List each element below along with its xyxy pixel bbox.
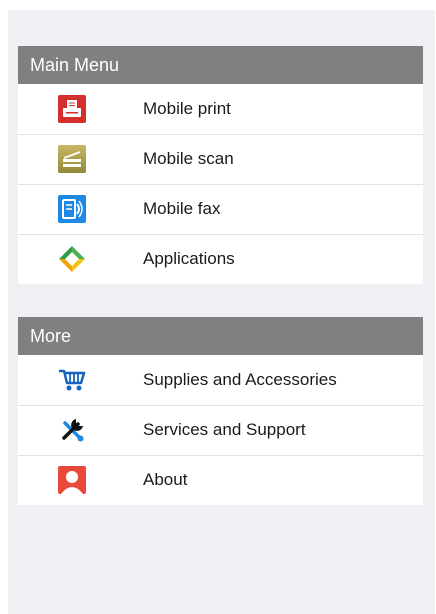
person-icon — [58, 466, 86, 494]
menu-item-label: Mobile scan — [143, 149, 234, 168]
cart-icon — [58, 366, 86, 394]
fax-icon — [58, 195, 86, 223]
menu-item-label: Mobile print — [143, 99, 231, 118]
menu-item-label: Applications — [143, 249, 235, 268]
menu-item-label: Mobile fax — [143, 199, 221, 218]
printer-icon — [58, 95, 86, 123]
menu-item-mobile-print[interactable]: Mobile print — [18, 84, 423, 134]
menu-item-services-support[interactable]: Services and Support — [18, 405, 423, 455]
more-list: Supplies and Accessories Services and Su… — [18, 355, 423, 505]
more-header: More — [18, 317, 423, 355]
menu-item-applications[interactable]: Applications — [18, 234, 423, 284]
menu-item-about[interactable]: About — [18, 455, 423, 505]
menu-item-label: Services and Support — [143, 420, 306, 439]
main-menu-list: Mobile print Mobile scan Mobile fax Appl… — [18, 84, 423, 284]
applications-icon — [58, 245, 86, 273]
app-screen: Main Menu Mobile print Mobile scan Mobil… — [8, 10, 435, 614]
menu-item-mobile-fax[interactable]: Mobile fax — [18, 184, 423, 234]
tools-icon — [58, 416, 86, 444]
menu-item-mobile-scan[interactable]: Mobile scan — [18, 134, 423, 184]
scanner-icon — [58, 145, 86, 173]
main-menu-section: Main Menu Mobile print Mobile scan Mobil… — [18, 46, 423, 284]
menu-item-label: About — [143, 470, 188, 489]
more-section: More Supplies and Accessories Services a… — [18, 317, 423, 505]
main-menu-header: Main Menu — [18, 46, 423, 84]
menu-item-supplies-accessories[interactable]: Supplies and Accessories — [18, 355, 423, 405]
menu-item-label: Supplies and Accessories — [143, 370, 337, 389]
